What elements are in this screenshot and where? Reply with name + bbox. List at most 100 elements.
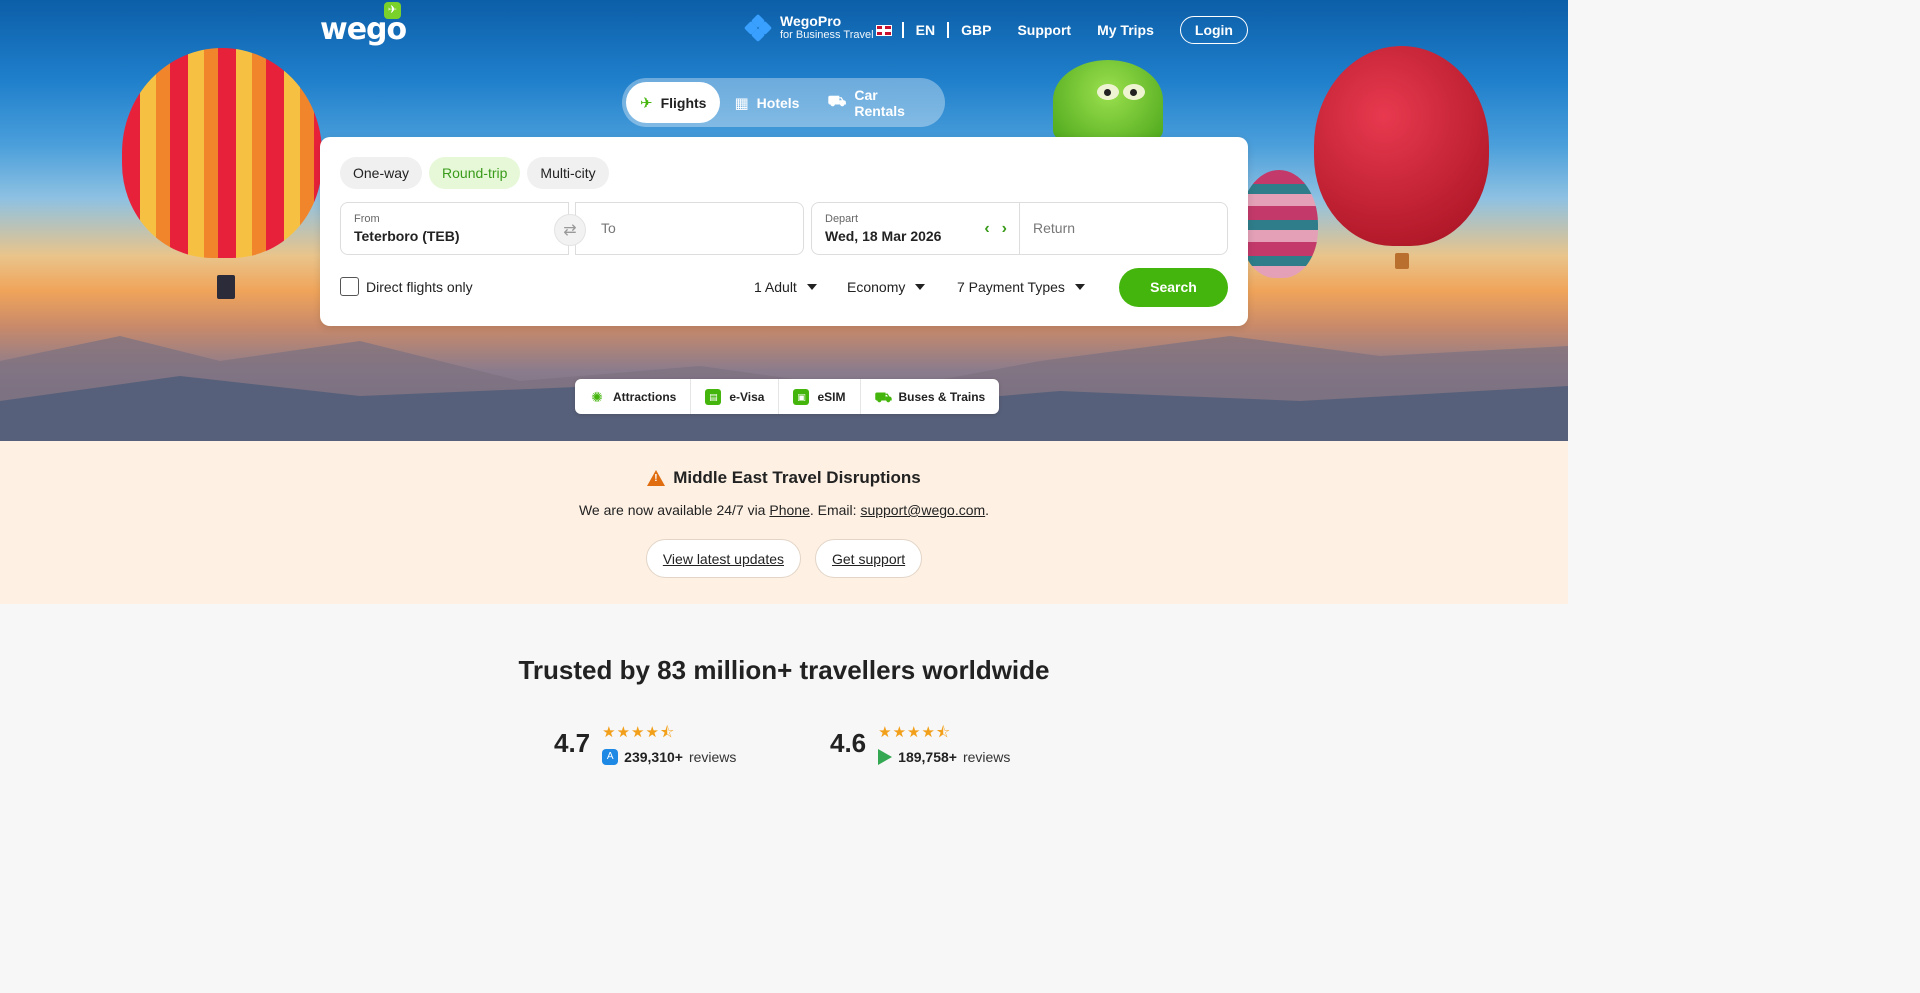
search-button[interactable]: Search xyxy=(1119,268,1228,307)
tab-hotels[interactable]: ▦ Hotels xyxy=(720,82,813,123)
building-icon: ▦ xyxy=(734,94,749,112)
balloon-left-basket xyxy=(217,275,235,299)
direct-flights-label[interactable]: Direct flights only xyxy=(366,279,473,295)
caret-down-icon xyxy=(1074,284,1085,290)
trip-multi-city[interactable]: Multi-city xyxy=(527,157,609,189)
caret-down-icon xyxy=(806,284,817,290)
play-store-icon xyxy=(878,749,893,765)
separator xyxy=(901,22,904,38)
language-selector[interactable]: EN xyxy=(916,22,935,38)
review-count-row: 189,758+ reviews xyxy=(878,749,1010,765)
depart-label: Depart xyxy=(825,213,859,225)
tab-label: Car Rentals xyxy=(854,86,905,119)
from-label: From xyxy=(354,213,380,225)
service-esim[interactable]: ▣ eSIM xyxy=(779,379,861,414)
star-rating-icon: ★★★★⯪ xyxy=(602,724,676,741)
wegopro-title: WegoPro xyxy=(780,13,842,29)
alert-message: We are now available 24/7 via Phone. Ema… xyxy=(0,502,1568,518)
view-updates-button[interactable]: View latest updates xyxy=(645,539,801,578)
review-count: 189,758+ xyxy=(898,749,957,765)
return-field[interactable]: Return xyxy=(1019,202,1228,255)
wegopro-subtitle: for Business Travel xyxy=(780,29,874,41)
passengers-dropdown[interactable]: 1 Adult xyxy=(754,279,817,295)
service-label: e-Visa xyxy=(729,389,765,404)
tab-flights[interactable]: ✈ Flights xyxy=(626,82,721,123)
top-navigation: wego ✈ WegoPro for Business Travel EN GB… xyxy=(320,0,1248,58)
mascot-eye xyxy=(1097,84,1119,100)
get-support-button[interactable]: Get support xyxy=(815,539,923,578)
review-count: 239,310+ xyxy=(624,749,683,765)
support-link[interactable]: Support xyxy=(1017,22,1071,38)
product-tabs: ✈ Flights ▦ Hotels ⛟ Car Rentals xyxy=(622,78,945,127)
trust-heading: Trusted by 83 million+ travellers worldw… xyxy=(518,655,1050,685)
alert-actions: View latest updates Get support xyxy=(0,539,1568,578)
review-count-row: A 239,310+ reviews xyxy=(602,749,736,765)
reviews-label: reviews xyxy=(688,749,737,765)
my-trips-link[interactable]: My Trips xyxy=(1097,22,1154,38)
search-options: Direct flights only 1 Adult Economy 7 Pa… xyxy=(340,268,1228,307)
mascot-eye xyxy=(1123,84,1145,100)
alert-title: Middle East Travel Disruptions xyxy=(673,468,921,487)
plane-icon: ✈ xyxy=(640,94,653,112)
trip-type-selector: One-way Round-trip Multi-city xyxy=(340,157,609,189)
tab-car-rentals[interactable]: ⛟ Car Rentals xyxy=(813,82,941,123)
payment-types-dropdown[interactable]: 7 Payment Types xyxy=(957,279,1085,295)
car-icon: ⛟ xyxy=(827,93,847,110)
to-placeholder: To xyxy=(601,220,616,236)
date-arrows: ‹ › xyxy=(984,220,1007,238)
login-button[interactable]: Login xyxy=(1179,16,1248,44)
travel-alert-banner: Middle East Travel Disruptions We are no… xyxy=(0,441,1568,604)
chevron-right-icon[interactable]: › xyxy=(1002,220,1007,238)
cabin-dropdown[interactable]: Economy xyxy=(847,279,926,295)
phone-link[interactable]: Phone xyxy=(769,502,809,518)
swap-airports-icon[interactable]: ⇄ xyxy=(554,214,586,246)
warning-icon xyxy=(647,470,666,486)
service-label: eSIM xyxy=(817,389,846,404)
depart-value: Wed, 18 Mar 2026 xyxy=(825,228,942,244)
hero-banner: wego ✈ WegoPro for Business Travel EN GB… xyxy=(0,0,1568,441)
uk-flag-icon[interactable] xyxy=(875,24,892,36)
alert-text-prefix: We are now available 24/7 via xyxy=(578,502,770,518)
currency-selector[interactable]: GBP xyxy=(961,22,991,38)
from-field[interactable]: From Teterboro (TEB) xyxy=(340,202,569,255)
service-links: ✺ Attractions ▤ e-Visa ▣ eSIM ⛟ Buses & … xyxy=(575,379,1000,414)
depart-field[interactable]: Depart Wed, 18 Mar 2026 ‹ › xyxy=(811,202,1020,255)
email-link[interactable]: support@wego.com xyxy=(860,502,985,518)
nav-right: EN GBP Support My Trips Login xyxy=(875,16,1248,44)
payment-types-value: 7 Payment Types xyxy=(957,279,1065,295)
rating-score: 4.6 xyxy=(830,728,867,758)
service-label: Attractions xyxy=(613,389,677,404)
balloon-right-basket xyxy=(1395,253,1409,269)
bus-icon: ⛟ xyxy=(874,388,893,405)
play-store-rating: 4.6 ★★★★⯪ 189,758+ reviews xyxy=(830,722,1010,765)
trip-round-trip[interactable]: Round-trip xyxy=(429,157,521,189)
separator xyxy=(947,22,950,38)
mascot-decor xyxy=(1053,60,1163,140)
tab-label: Hotels xyxy=(756,94,800,111)
sim-card-icon: ▣ xyxy=(793,388,810,405)
app-store-rating: 4.7 ★★★★⯪ A 239,310+ reviews xyxy=(554,722,736,765)
wegopro-icon xyxy=(743,13,773,42)
chevron-left-icon[interactable]: ‹ xyxy=(984,220,989,238)
balloon-left-decor xyxy=(122,48,322,258)
from-value: Teterboro (TEB) xyxy=(354,228,460,244)
wegopro-link[interactable]: WegoPro for Business Travel xyxy=(743,13,874,42)
alert-text-suffix: . xyxy=(985,502,990,518)
cabin-value: Economy xyxy=(847,279,906,295)
service-buses-trains[interactable]: ⛟ Buses & Trains xyxy=(861,379,1000,414)
caret-down-icon xyxy=(915,284,926,290)
service-label: Buses & Trains xyxy=(898,389,986,404)
service-attractions[interactable]: ✺ Attractions xyxy=(575,379,692,414)
to-field[interactable]: To xyxy=(575,202,804,255)
trip-one-way[interactable]: One-way xyxy=(340,157,423,189)
service-evisa[interactable]: ▤ e-Visa xyxy=(691,379,780,414)
reviews-label: reviews xyxy=(962,749,1011,765)
alert-title-row: Middle East Travel Disruptions xyxy=(0,468,1568,488)
passport-icon: ▤ xyxy=(705,388,722,405)
return-placeholder: Return xyxy=(1033,220,1076,236)
plane-badge-icon: ✈ xyxy=(384,2,401,19)
passengers-value: 1 Adult xyxy=(754,279,797,295)
direct-flights-checkbox[interactable] xyxy=(340,277,359,296)
balloon-small-decor xyxy=(1240,170,1318,278)
flight-search-card: One-way Round-trip Multi-city From Teter… xyxy=(320,137,1248,326)
